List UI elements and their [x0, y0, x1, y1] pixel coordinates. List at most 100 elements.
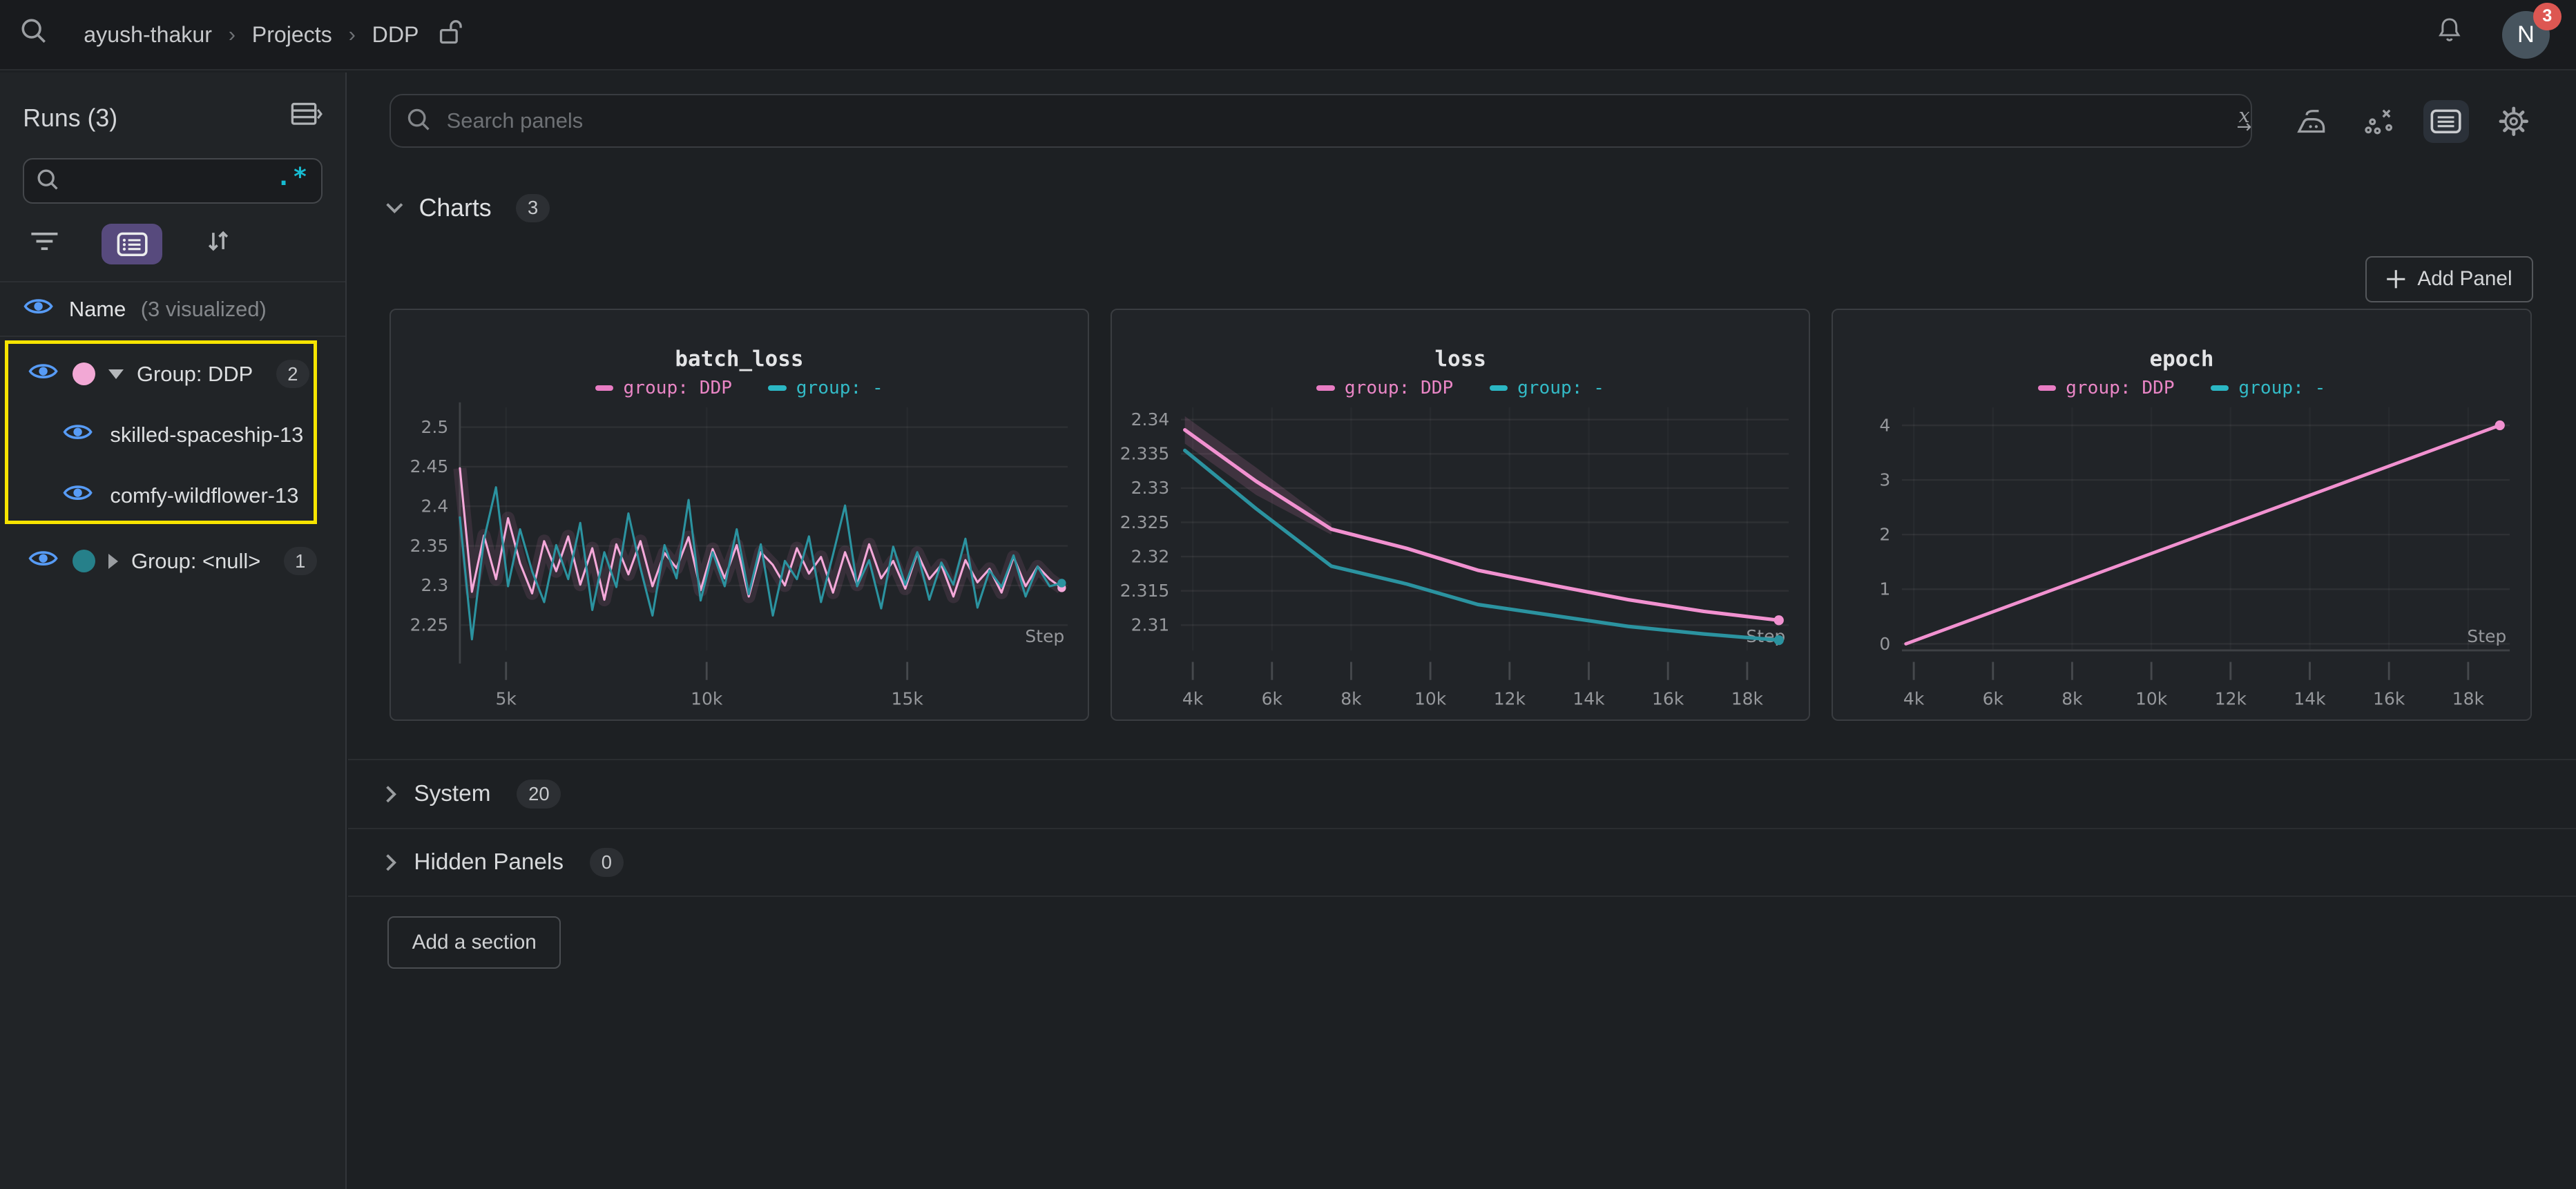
- settings-gear-icon[interactable]: [2490, 100, 2537, 143]
- panel-batch-loss[interactable]: batch_loss group: DDP group: - 2.252.32.…: [390, 309, 1089, 721]
- run-name[interactable]: skilled-spaceship-13: [110, 423, 303, 447]
- run-group-row-null[interactable]: Group: <null> 1: [0, 531, 345, 592]
- group-color-swatch: [73, 362, 95, 385]
- legend-label: group: DDP: [1345, 378, 1453, 398]
- svg-text:3: 3: [1880, 470, 1891, 490]
- breadcrumb-entity[interactable]: ayush-thakur: [84, 22, 212, 48]
- visibility-eye-icon[interactable]: [28, 360, 59, 388]
- add-panel-label: Add Panel: [2417, 267, 2512, 291]
- hidden-panels-section-header[interactable]: Hidden Panels 0: [348, 828, 2576, 897]
- list-view-toggle[interactable]: [102, 224, 162, 264]
- legend-label: group: DDP: [2066, 378, 2174, 398]
- run-name[interactable]: comfy-wildflower-13: [110, 483, 298, 508]
- svg-text:10k: 10k: [691, 688, 723, 708]
- avatar-initial: N: [2517, 21, 2535, 48]
- charts-section-label: Charts: [419, 194, 492, 222]
- svg-text:18k: 18k: [1731, 688, 1764, 708]
- filter-icon[interactable]: [30, 229, 59, 259]
- regex-toggle[interactable]: .*: [276, 163, 309, 191]
- svg-text:2: 2: [1880, 524, 1891, 544]
- add-section-button[interactable]: Add a section: [387, 916, 561, 969]
- svg-text:8k: 8k: [2062, 688, 2084, 708]
- smoothing-iron-icon[interactable]: [2289, 100, 2335, 143]
- breadcrumb: ayush-thakur › Projects › DDP: [84, 19, 463, 50]
- visibility-eye-icon[interactable]: [23, 295, 54, 323]
- search-panels-input[interactable]: [390, 94, 2253, 148]
- group-color-swatch: [73, 550, 95, 572]
- svg-text:18k: 18k: [2452, 688, 2485, 708]
- legend-label: group: -: [2238, 378, 2325, 398]
- svg-text:14k: 14k: [1573, 688, 1605, 708]
- svg-text:5k: 5k: [495, 688, 517, 708]
- line-chart[interactable]: 2.312.3152.322.3252.332.3352.344k6k8k10k…: [1112, 399, 1809, 719]
- chevron-right-icon: [385, 853, 398, 873]
- svg-text:14k: 14k: [2294, 688, 2327, 708]
- line-chart[interactable]: 2.252.32.352.42.452.55k10k15kStep: [391, 399, 1088, 719]
- panel-title: batch_loss: [391, 347, 1088, 371]
- svg-text:2.34: 2.34: [1131, 409, 1170, 429]
- run-group-row-ddp[interactable]: Group: DDP 2: [0, 344, 345, 405]
- x-axis-settings-icon[interactable]: x→: [2221, 100, 2267, 143]
- group-label[interactable]: Group: DDP: [137, 362, 253, 387]
- svg-text:6k: 6k: [1983, 688, 2004, 708]
- svg-text:Step: Step: [2468, 626, 2507, 646]
- charts-panel-grid: batch_loss group: DDP group: - 2.252.32.…: [390, 309, 2532, 721]
- workspace-main: x→ Charts 3 Add Panel: [348, 72, 2576, 1189]
- breadcrumb-project-name[interactable]: DDP: [372, 22, 419, 48]
- svg-text:6k: 6k: [1262, 688, 1283, 708]
- runs-count-title: Runs (3): [23, 104, 117, 133]
- svg-text:16k: 16k: [1652, 688, 1684, 708]
- visualized-count: (3 visualized): [141, 297, 267, 322]
- runs-search-icon: [36, 168, 61, 200]
- remove-outliers-icon[interactable]: [2356, 100, 2402, 143]
- runs-table-icon[interactable]: [291, 102, 322, 135]
- global-search-icon[interactable]: [20, 17, 48, 52]
- visibility-eye-icon[interactable]: [62, 481, 93, 510]
- panel-legend: group: DDP group: -: [1833, 378, 2530, 398]
- line-chart[interactable]: 012344k6k8k10k12k14k16k18kStep: [1833, 399, 2530, 719]
- panel-title: epoch: [1833, 347, 2530, 371]
- name-column-label[interactable]: Name: [69, 297, 126, 322]
- legend-swatch-cyan: [768, 385, 786, 390]
- panel-loss[interactable]: loss group: DDP group: - 2.312.3152.322.…: [1111, 309, 1810, 721]
- charts-section-header[interactable]: Charts 3: [385, 194, 2576, 223]
- breadcrumb-projects[interactable]: Projects: [252, 22, 332, 48]
- group-count-badge: 2: [276, 360, 310, 389]
- svg-text:Step: Step: [1025, 626, 1064, 646]
- group-label[interactable]: Group: <null>: [131, 549, 260, 574]
- visibility-eye-icon[interactable]: [28, 547, 59, 575]
- legend-swatch-cyan: [1490, 385, 1508, 390]
- svg-text:10k: 10k: [2135, 688, 2168, 708]
- svg-text:4k: 4k: [1903, 688, 1925, 708]
- svg-text:1: 1: [1880, 579, 1891, 599]
- chevron-right-icon: [385, 784, 398, 804]
- run-row-comfy-wildflower[interactable]: comfy-wildflower-13: [0, 465, 345, 526]
- legend-label: group: -: [796, 378, 883, 398]
- chevron-right-icon[interactable]: [108, 554, 118, 569]
- add-panel-button[interactable]: Add Panel: [2365, 256, 2533, 302]
- wandb-project-page: ayush-thakur › Projects › DDP N 3 Runs (…: [0, 0, 2576, 1189]
- chevron-down-icon[interactable]: [108, 369, 124, 379]
- legend-swatch-cyan: [2211, 385, 2229, 390]
- plus-icon: [2386, 269, 2406, 289]
- sort-icon[interactable]: [205, 228, 231, 261]
- svg-text:4k: 4k: [1182, 688, 1204, 708]
- svg-text:2.45: 2.45: [410, 456, 448, 476]
- visibility-eye-icon[interactable]: [62, 420, 93, 449]
- search-panels-icon: [406, 107, 432, 140]
- svg-text:0: 0: [1880, 633, 1891, 653]
- svg-text:2.335: 2.335: [1120, 443, 1169, 463]
- panel-epoch[interactable]: epoch group: DDP group: - 012344k6k8k10k…: [1832, 309, 2531, 721]
- run-row-skilled-spaceship[interactable]: skilled-spaceship-13: [0, 405, 345, 465]
- system-section-header[interactable]: System 20: [348, 759, 2576, 828]
- svg-text:2.5: 2.5: [421, 417, 448, 437]
- panel-layout-icon[interactable]: [2423, 100, 2470, 143]
- svg-text:10k: 10k: [1414, 688, 1447, 708]
- notifications-bell-icon[interactable]: [2433, 14, 2466, 55]
- open-lock-icon: [439, 19, 463, 50]
- svg-text:2.31: 2.31: [1131, 615, 1170, 635]
- svg-text:16k: 16k: [2373, 688, 2405, 708]
- avatar[interactable]: N 3: [2502, 11, 2550, 59]
- charts-count-badge: 3: [516, 194, 550, 223]
- svg-text:2.35: 2.35: [410, 536, 448, 556]
